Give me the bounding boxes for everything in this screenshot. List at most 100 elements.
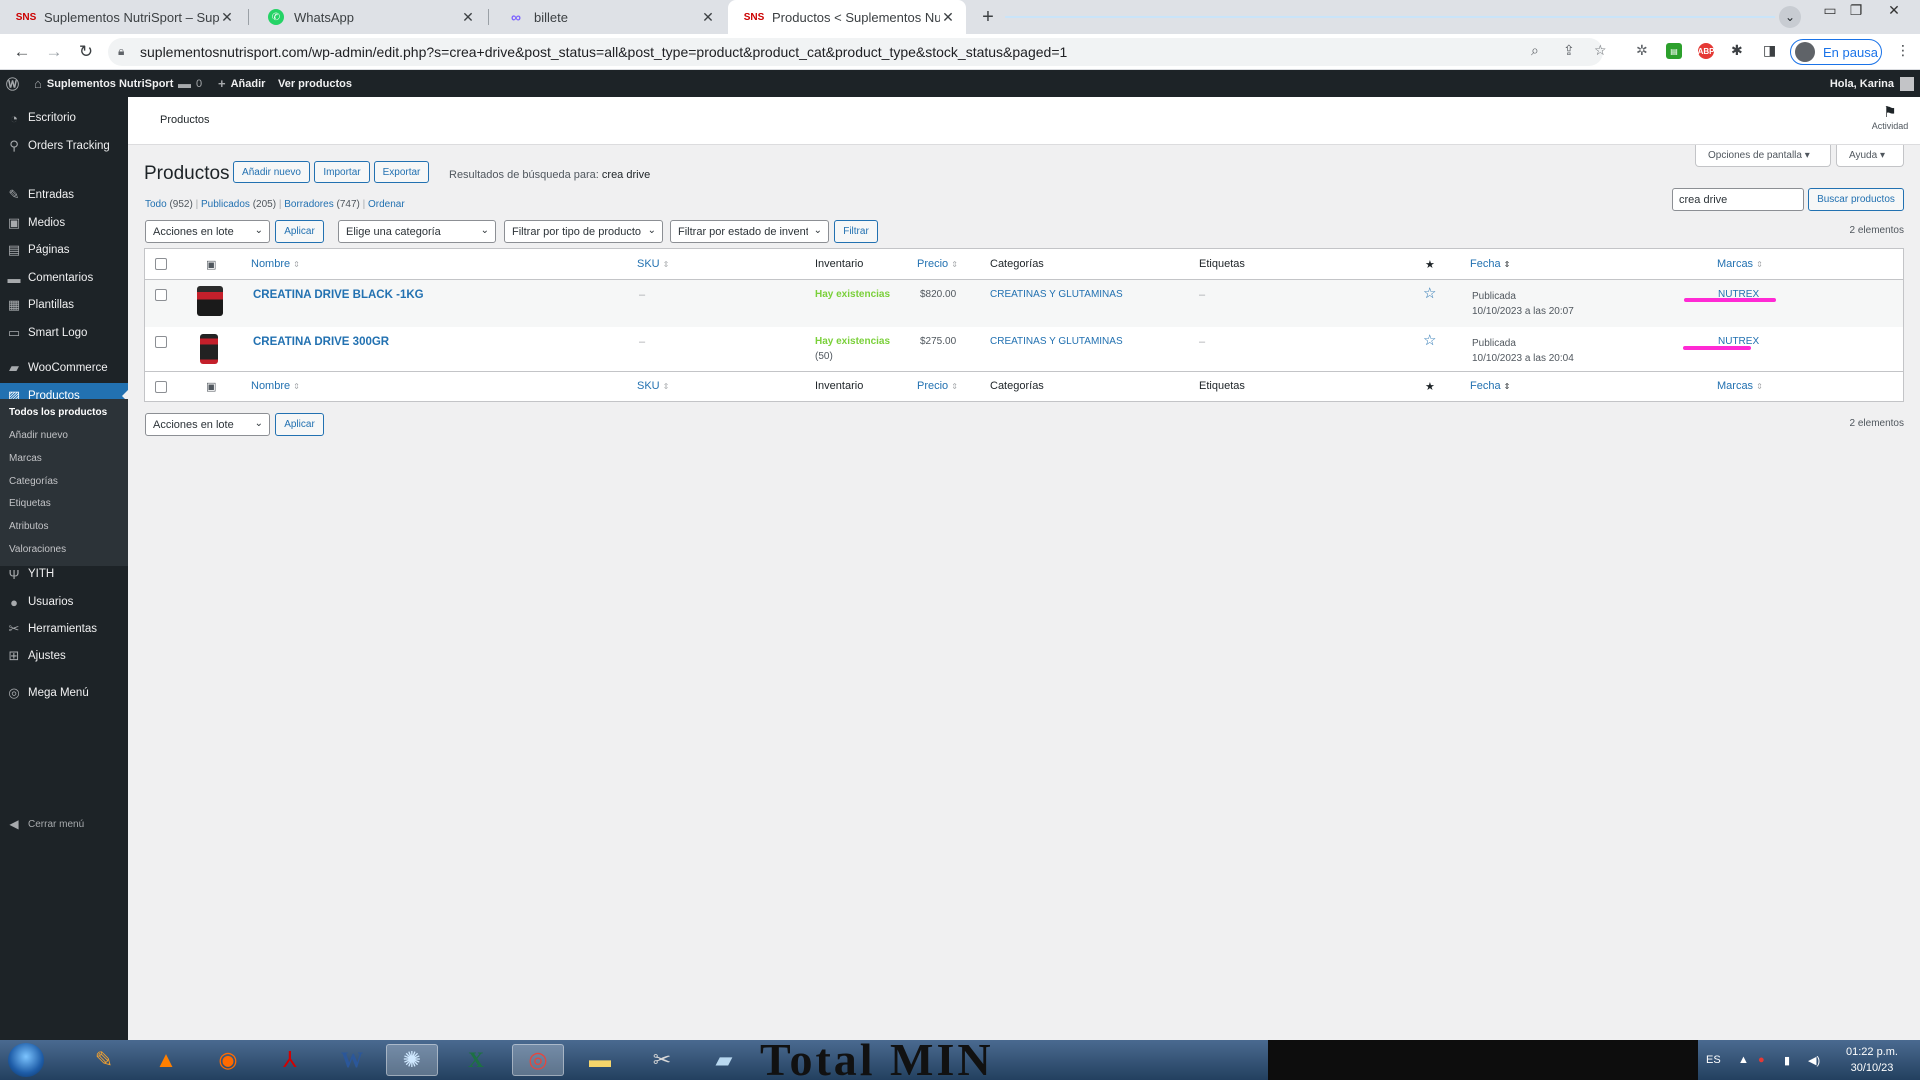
chrome-icon[interactable]: ◎ bbox=[512, 1044, 564, 1076]
sidebar-item-herramientas[interactable]: ✂ Herramientas bbox=[0, 616, 128, 642]
extension-green-icon[interactable]: ▤ bbox=[1666, 43, 1682, 59]
browser-tab-whatsapp[interactable]: ✆ WhatsApp ✕ bbox=[250, 0, 486, 34]
view-published-link[interactable]: Publicados (205) bbox=[201, 199, 276, 210]
sidebar-item-ajustes[interactable]: ⊞ Ajustes bbox=[0, 643, 128, 669]
extension-gear-icon[interactable]: ✲ bbox=[1636, 42, 1648, 59]
sidebar-item-woocommerce[interactable]: ▰ WooCommerce bbox=[0, 355, 128, 381]
sidebar-item-mega-menú[interactable]: ◎ Mega Menú bbox=[0, 680, 128, 706]
acrobat-icon[interactable]: ⅄ bbox=[264, 1044, 316, 1076]
add-new-button[interactable]: Añadir nuevo bbox=[233, 161, 310, 183]
volume-icon[interactable]: ◀) bbox=[1808, 1040, 1820, 1080]
export-button[interactable]: Exportar bbox=[374, 161, 429, 183]
wp-logo-icon[interactable]: Ⓦ bbox=[6, 70, 19, 97]
column-price[interactable]: Precio ⇕ bbox=[917, 258, 958, 270]
column-price[interactable]: Precio ⇕ bbox=[917, 380, 958, 392]
tab-search-chevron-icon[interactable]: ⌄ bbox=[1779, 6, 1801, 28]
row-checkbox[interactable] bbox=[155, 336, 167, 348]
submenu-reviews[interactable]: Valoraciones bbox=[9, 544, 66, 555]
product-thumbnail[interactable] bbox=[200, 334, 218, 364]
product-search-input[interactable] bbox=[1672, 188, 1804, 211]
forward-icon[interactable]: → bbox=[42, 40, 66, 64]
site-info-icon[interactable]: 🔒︎ bbox=[118, 44, 124, 59]
back-icon[interactable]: ← bbox=[10, 40, 34, 64]
sidebar-item-orders-tracking[interactable]: ⚲ Orders Tracking bbox=[0, 133, 128, 159]
product-type-filter-select[interactable]: Filtrar por tipo de producto ⌄ bbox=[504, 220, 663, 243]
activity-button[interactable]: ⚑ Actividad bbox=[1870, 103, 1910, 131]
word-icon[interactable]: W bbox=[326, 1044, 378, 1076]
apply-bulk-button[interactable]: Aplicar bbox=[275, 220, 324, 243]
vlc-icon[interactable]: ▲ bbox=[140, 1044, 192, 1076]
add-new-link[interactable]: + Añadir bbox=[218, 70, 265, 97]
minimize-icon[interactable]: ▭ bbox=[1818, 2, 1842, 19]
view-drafts-link[interactable]: Borradores (747) bbox=[284, 199, 360, 210]
sort-order-link[interactable]: Ordenar bbox=[368, 199, 405, 210]
comments-link[interactable]: ▬ 0 bbox=[178, 70, 202, 97]
product-name-link[interactable]: CREATINA DRIVE 300GR bbox=[253, 336, 389, 348]
browser-tab-billete[interactable]: ∞ billete ✕ bbox=[490, 0, 726, 34]
submenu-tags[interactable]: Etiquetas bbox=[9, 498, 51, 509]
notepad-icon[interactable]: ▰ bbox=[698, 1044, 750, 1076]
column-name[interactable]: Nombre ⇕ bbox=[251, 258, 300, 270]
column-name[interactable]: Nombre ⇕ bbox=[251, 380, 300, 392]
submenu-all-products[interactable]: Todos los productos bbox=[9, 407, 107, 418]
language-indicator[interactable]: ES bbox=[1706, 1040, 1721, 1080]
stock-status-filter-select[interactable]: Filtrar por estado de inventario ⌄ bbox=[670, 220, 829, 243]
column-sku[interactable]: SKU ⇕ bbox=[637, 258, 669, 270]
reload-icon[interactable]: ↻ bbox=[74, 40, 98, 64]
select-all-checkbox[interactable] bbox=[155, 381, 167, 393]
browser-menu-icon[interactable]: ⋮ bbox=[1896, 42, 1910, 59]
submenu-add-new[interactable]: Añadir nuevo bbox=[9, 430, 68, 441]
search-products-button[interactable]: Buscar productos bbox=[1808, 188, 1904, 211]
bookmark-star-icon[interactable]: ☆ bbox=[1594, 42, 1607, 59]
column-date[interactable]: Fecha ⇕ bbox=[1470, 380, 1510, 392]
sidebar-item-comentarios[interactable]: ▬ Comentarios bbox=[0, 265, 128, 291]
sidebar-item-medios[interactable]: ▣ Medios bbox=[0, 210, 128, 236]
site-name-link[interactable]: ⌂ Suplementos NutriSport bbox=[34, 70, 173, 97]
import-button[interactable]: Importar bbox=[314, 161, 370, 183]
new-tab-button[interactable]: + bbox=[975, 4, 1001, 30]
close-tab-icon[interactable]: ✕ bbox=[940, 9, 956, 26]
sidebar-item-usuarios[interactable]: ● Usuarios bbox=[0, 589, 128, 615]
extensions-puzzle-icon[interactable]: ✱ bbox=[1731, 42, 1743, 59]
select-all-checkbox[interactable] bbox=[155, 258, 167, 270]
bulk-actions-select-bottom[interactable]: Acciones en lote ⌄ bbox=[145, 413, 270, 436]
collapse-menu-button[interactable]: ◀ Cerrar menú bbox=[0, 817, 128, 831]
share-icon[interactable]: ⇪ bbox=[1563, 42, 1575, 59]
firefox-icon[interactable]: ◉ bbox=[202, 1044, 254, 1076]
adblock-icon[interactable]: ABP bbox=[1698, 43, 1714, 59]
sidebar-item-plantillas[interactable]: ▦ Plantillas bbox=[0, 292, 128, 318]
product-name-link[interactable]: CREATINA DRIVE BLACK -1KG bbox=[253, 289, 424, 301]
submenu-brands[interactable]: Marcas bbox=[9, 453, 42, 464]
excel-icon[interactable]: X bbox=[450, 1044, 502, 1076]
restore-icon[interactable]: ❐ bbox=[1844, 2, 1868, 19]
column-sku[interactable]: SKU ⇕ bbox=[637, 380, 669, 392]
start-button[interactable] bbox=[8, 1043, 44, 1077]
address-bar[interactable]: 🔒︎ suplementosnutrisport.com/wp-admin/ed… bbox=[108, 38, 1603, 66]
column-brands[interactable]: Marcas ⇕ bbox=[1717, 380, 1763, 392]
side-panel-icon[interactable]: ◨ bbox=[1763, 42, 1776, 59]
filter-button[interactable]: Filtrar bbox=[834, 220, 878, 243]
zoom-icon[interactable]: ⌕ bbox=[1531, 42, 1539, 59]
close-tab-icon[interactable]: ✕ bbox=[460, 9, 476, 26]
sidebar-item-escritorio[interactable]: ◔ Escritorio bbox=[0, 105, 128, 131]
view-all-link[interactable]: Todo (952) bbox=[145, 199, 193, 210]
featured-star-icon[interactable]: ☆ bbox=[1423, 331, 1436, 349]
submenu-attributes[interactable]: Atributos bbox=[9, 521, 48, 532]
system-clock[interactable]: 01:22 p.m. 30/10/23 bbox=[1846, 1044, 1898, 1076]
category-filter-select[interactable]: Elige una categoría ⌄ bbox=[338, 220, 496, 243]
column-brands[interactable]: Marcas ⇕ bbox=[1717, 258, 1763, 270]
bulk-actions-select[interactable]: Acciones en lote ⌄ bbox=[145, 220, 270, 243]
close-tab-icon[interactable]: ✕ bbox=[700, 9, 716, 26]
browser-tab-productos[interactable]: SNS Productos < Suplementos NutriS ✕ bbox=[728, 0, 966, 34]
app-icon[interactable]: ✺ bbox=[386, 1044, 438, 1076]
screen-options-button[interactable]: Opciones de pantalla ▾ bbox=[1695, 145, 1831, 167]
help-button[interactable]: Ayuda ▾ bbox=[1836, 145, 1904, 167]
sidebar-item-smart-logo[interactable]: ▭ Smart Logo bbox=[0, 320, 128, 346]
sidebar-item-páginas[interactable]: ▤ Páginas bbox=[0, 237, 128, 263]
apply-bulk-button-bottom[interactable]: Aplicar bbox=[275, 413, 324, 436]
submenu-categories[interactable]: Categorías bbox=[9, 476, 58, 487]
category-link[interactable]: CREATINAS Y GLUTAMINAS bbox=[990, 289, 1123, 300]
close-tab-icon[interactable]: ✕ bbox=[219, 9, 235, 26]
network-icon[interactable]: ▮ bbox=[1784, 1040, 1790, 1080]
view-products-link[interactable]: Ver productos bbox=[278, 70, 352, 97]
